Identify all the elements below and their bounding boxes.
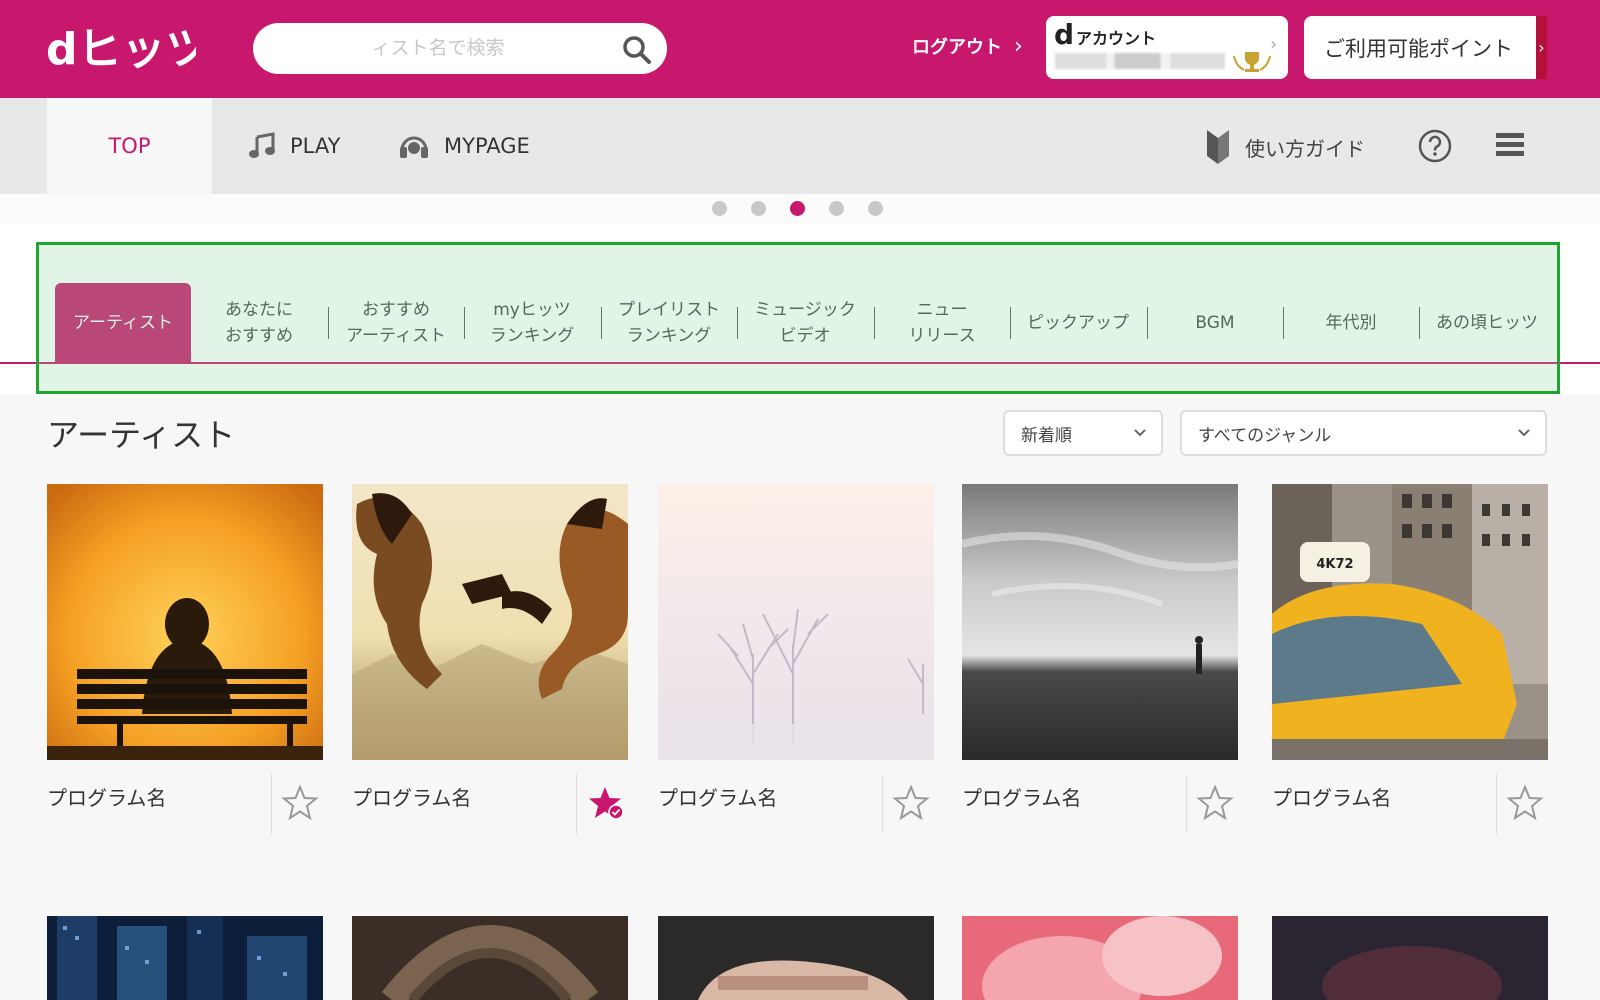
program-card: プログラム名 [658,484,934,834]
genre-select[interactable]: すべてのジャンル [1180,410,1547,456]
program-card: 4K72 プログラム名 [1272,484,1548,834]
card-divider [1186,774,1187,834]
carousel-dot[interactable] [829,201,844,216]
sort-select[interactable]: 新着順 [1003,410,1163,456]
trophy-icon [1233,52,1271,72]
tab-top[interactable]: TOP [47,98,212,194]
svg-text:4K72: 4K72 [1316,557,1353,572]
program-thumbnail-horses[interactable] [352,484,628,760]
carousel-dot[interactable] [868,201,883,216]
section-title: アーティスト [47,416,236,454]
card-divider [271,774,272,834]
program-thumbnail-field-bw[interactable] [962,484,1238,760]
dhits-logo[interactable]: dヒッツ [46,22,196,74]
guide-label: 使い方ガイド [1245,136,1365,161]
card-divider [882,774,883,834]
search-icon[interactable] [622,35,652,65]
bench-sunset-image [47,484,323,760]
program-name[interactable]: プログラム名 [962,782,1081,811]
favorite-star-icon[interactable] [1196,784,1234,822]
favorite-star-icon[interactable] [281,784,319,822]
program-thumbnail-dark-flower[interactable] [1272,916,1548,1000]
logo-text: dヒッツ [46,24,196,74]
taxi-image: 4K72 [1272,484,1548,760]
program-name[interactable]: プログラム名 [1272,782,1391,811]
vintage-car-image [658,916,934,1000]
account-id-blurred [1055,53,1225,69]
program-name[interactable]: プログラム名 [352,782,471,811]
favorite-star-icon[interactable] [892,784,930,822]
chevron-down-icon [1518,429,1530,437]
points-expand-tab[interactable]: › [1536,16,1547,79]
program-name[interactable]: プログラム名 [658,782,777,811]
program-thumbnail-vintage-car[interactable] [658,916,934,1000]
favorite-star-icon[interactable] [1506,784,1544,822]
program-thumbnail-city-night[interactable] [47,916,323,1000]
help-icon[interactable] [1418,129,1452,163]
available-points-button[interactable]: ご利用可能ポイント [1304,16,1547,79]
headphones-icon [400,136,428,158]
program-thumbnail-taxi[interactable]: 4K72 [1272,484,1548,760]
horses-image [352,484,628,760]
genre-select-value: すべてのジャンル [1198,425,1332,446]
tab-play[interactable]: PLAY [248,98,340,194]
chevron-right-icon: › [1538,38,1545,57]
program-card: プログラム名 [47,484,323,834]
stone-arch-image [352,916,628,1000]
daccount-button[interactable]: d アカウント › [1046,16,1288,79]
category-tabs-highlight-box [36,242,1560,394]
program-thumbnail-bench-sunset[interactable] [47,484,323,760]
carousel-dot[interactable] [712,201,727,216]
program-thumbnail-stone-arch[interactable] [352,916,628,1000]
logout-link[interactable]: ログアウト › [912,33,1023,59]
card-divider [1496,774,1497,834]
program-name[interactable]: プログラム名 [47,782,166,811]
logout-label: ログアウト [912,37,1002,58]
search-bar[interactable] [253,23,667,74]
chevron-right-icon: › [1270,34,1278,55]
chevron-down-icon [1134,429,1146,437]
program-thumbnail-foggy-trees[interactable] [658,484,934,760]
carousel-dot[interactable] [751,201,766,216]
points-label: ご利用可能ポイント [1324,36,1513,61]
field-bw-image [962,484,1238,760]
tab-top-label: TOP [108,134,151,158]
carousel-dot-active[interactable] [790,201,805,216]
tab-mypage[interactable]: MYPAGE [398,98,530,194]
daccount-label: アカウント [1076,29,1157,48]
music-note-icon [249,132,275,158]
foggy-trees-image [658,484,934,760]
dark-flower-image [1272,916,1548,1000]
program-thumbnail-pink-rose[interactable] [962,916,1238,1000]
tab-mypage-label: MYPAGE [444,134,530,158]
search-input[interactable] [283,33,593,63]
carousel-dots [0,194,1600,224]
pink-rose-image [962,916,1238,1000]
program-card: プログラム名 [962,484,1238,834]
hamburger-menu-icon[interactable] [1496,132,1524,158]
program-card: プログラム名 [352,484,628,834]
city-night-image [47,916,323,1000]
card-divider [576,774,577,834]
chevron-right-icon: › [1014,33,1023,59]
usage-guide-link[interactable]: 使い方ガイド [1205,128,1365,166]
tab-play-label: PLAY [290,134,341,158]
beginner-mark-icon [1207,130,1229,164]
header: dヒッツ ログアウト › d アカウント › ご利用可能ポイント › [0,0,1600,98]
sort-select-value: 新着順 [1021,425,1072,446]
daccount-d-mark: d [1054,18,1075,51]
favorited-star-icon[interactable] [586,784,624,822]
